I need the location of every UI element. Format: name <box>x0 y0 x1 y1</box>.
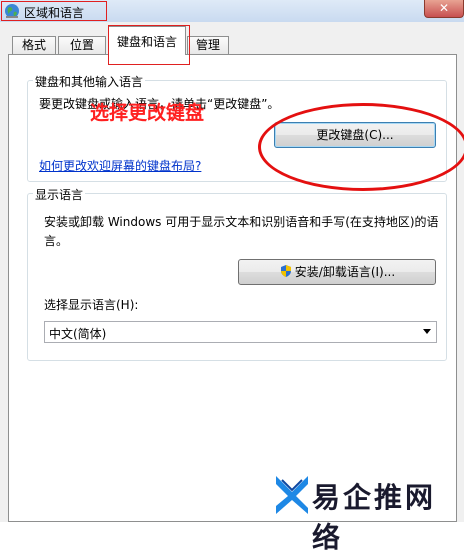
keyboard-group-title: 键盘和其他输入语言 <box>33 73 146 90</box>
tab-label: 管理 <box>195 38 220 52</box>
annotation-ellipse <box>258 103 464 191</box>
install-language-button[interactable]: 安装/卸载语言(I)... <box>238 259 436 285</box>
title-highlight-box <box>1 1 107 21</box>
chevron-down-icon <box>423 329 431 334</box>
tab-administrative[interactable]: 管理 <box>187 36 229 54</box>
display-language-select[interactable]: 中文(简体) <box>44 321 437 343</box>
close-icon: ✕ <box>438 1 450 15</box>
tab-label: 格式 <box>21 38 46 52</box>
watermark-text: 易企推网络 <box>312 481 437 554</box>
install-language-label: 安装/卸载语言(I)... <box>294 265 396 279</box>
watermark: 易企推网络 <box>272 470 462 554</box>
watermark-logo-icon <box>276 476 308 514</box>
annotation-text: 选择更改键盘 <box>90 102 205 124</box>
select-value: 中文(简体) <box>49 327 107 341</box>
title-bar: 区域和语言 ✕ <box>0 0 464 22</box>
shield-icon <box>280 265 291 277</box>
tab-highlight-box <box>108 25 190 65</box>
tab-format[interactable]: 格式 <box>12 36 56 54</box>
welcome-keyboard-link[interactable]: 如何更改欢迎屏幕的键盘布局? <box>39 157 201 174</box>
display-description-line2: 言。 <box>44 234 69 248</box>
close-button[interactable]: ✕ <box>424 0 464 18</box>
tab-location[interactable]: 位置 <box>58 36 106 54</box>
select-display-language-label: 选择显示语言(H): <box>44 298 139 312</box>
tab-label: 位置 <box>69 38 94 52</box>
display-group-title: 显示语言 <box>33 186 86 203</box>
display-description-line1: 安装或卸载 Windows 可用于显示文本和识别语音和手写(在支持地区)的语 <box>44 215 439 229</box>
